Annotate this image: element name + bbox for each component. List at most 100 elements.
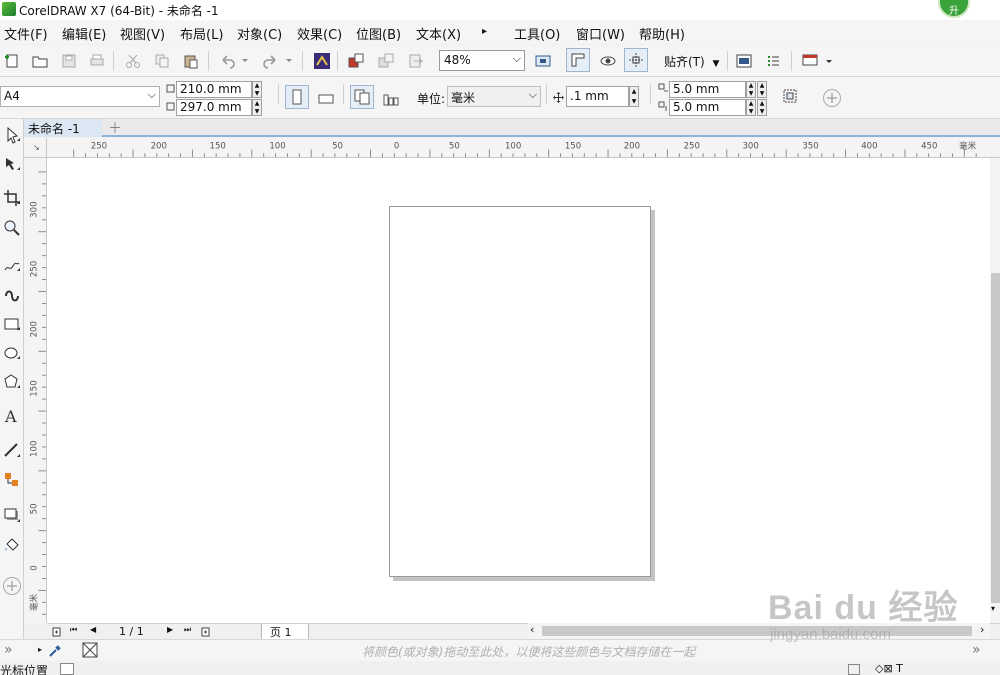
menu-window[interactable]: 窗口(W) xyxy=(576,24,625,43)
new-tab-plus-icon[interactable]: ＋ xyxy=(108,118,122,138)
search-content-icon[interactable] xyxy=(313,52,331,70)
scroll-left-icon[interactable]: ‹ xyxy=(530,623,534,636)
first-page-icon[interactable]: ⏮ xyxy=(70,625,77,635)
print-icon[interactable] xyxy=(89,53,105,69)
copy-icon[interactable] xyxy=(154,53,170,69)
eyedropper-icon[interactable] xyxy=(48,644,62,658)
portrait-orientation-button[interactable] xyxy=(285,85,309,109)
treat-as-filled-icon[interactable] xyxy=(782,88,798,104)
nudge-distance-field[interactable]: .1 mm xyxy=(566,86,629,107)
palette-menu-arrow-icon[interactable]: ▸ xyxy=(38,645,42,654)
open-folder-icon[interactable] xyxy=(32,53,48,69)
page-tab[interactable]: 页 1 xyxy=(261,624,309,640)
expand-palette-icon[interactable]: » xyxy=(4,642,13,658)
dimension-tool-icon[interactable] xyxy=(3,442,21,460)
upgrade-badge[interactable]: 升 xyxy=(938,0,970,18)
add-page-before-icon[interactable] xyxy=(52,627,62,637)
duplicate-x-spinner-alt[interactable]: ▲ ▼ xyxy=(757,81,767,98)
undo-icon[interactable] xyxy=(220,53,236,69)
previous-page-icon[interactable]: ◀ xyxy=(90,625,96,634)
duplicate-y-spinner[interactable]: ▲ ▼ xyxy=(746,99,756,116)
duplicate-distance-x-field[interactable]: 5.0 mm xyxy=(669,81,746,98)
redo-icon[interactable] xyxy=(262,53,278,69)
menu-help[interactable]: 帮助(H) xyxy=(639,24,685,43)
polygon-tool-icon[interactable] xyxy=(3,373,21,391)
full-screen-preview-icon[interactable] xyxy=(535,53,551,69)
fill-tool-icon[interactable] xyxy=(3,536,21,554)
next-page-icon[interactable]: ▶ xyxy=(167,625,173,634)
paste-icon[interactable] xyxy=(183,53,199,69)
shape-tool-icon[interactable] xyxy=(3,155,21,173)
landscape-icon[interactable] xyxy=(318,91,334,107)
show-rulers-toggle[interactable] xyxy=(566,48,590,72)
artistic-media-tool-icon[interactable] xyxy=(3,284,21,302)
page-width-spinner[interactable]: ▲ ▼ xyxy=(252,81,262,98)
menu-object[interactable]: 对象(C) xyxy=(237,24,282,43)
duplicate-x-spinner[interactable]: ▲ ▼ xyxy=(746,81,756,98)
duplicate-y-spinner-alt[interactable]: ▲ ▼ xyxy=(757,99,767,116)
launcher-dropdown-icon[interactable] xyxy=(824,56,834,66)
status-options-button[interactable] xyxy=(60,663,74,675)
menu-effects[interactable]: 效果(C) xyxy=(297,24,342,43)
vertical-scrollbar-thumb[interactable] xyxy=(991,273,1000,603)
duplicate-distance-y-field[interactable]: 5.0 mm xyxy=(669,99,746,116)
menu-view[interactable]: 视图(V) xyxy=(120,24,165,43)
vertical-scrollbar[interactable]: ▾ xyxy=(990,158,1000,623)
vertical-ruler[interactable]: 300 250 200 150 100 50 0 毫米 xyxy=(24,158,47,623)
current-page-icon[interactable] xyxy=(383,92,399,108)
palette-scroll-right-icon[interactable]: » xyxy=(972,642,981,658)
text-tool-icon[interactable]: A xyxy=(3,407,21,425)
document-page[interactable] xyxy=(389,206,651,577)
ruler-origin[interactable]: ↘ xyxy=(24,138,47,158)
show-grid-icon[interactable] xyxy=(600,53,616,69)
connector-tool-icon[interactable] xyxy=(3,471,21,489)
zoom-tool-icon[interactable] xyxy=(3,219,21,237)
welcome-screen-icon[interactable] xyxy=(736,53,752,69)
menu-edit[interactable]: 编辑(E) xyxy=(62,24,106,43)
new-document-icon[interactable] xyxy=(4,53,20,69)
units-select[interactable]: 毫米 ⌵ xyxy=(447,86,541,107)
all-pages-button[interactable] xyxy=(350,85,374,109)
no-color-swatch-icon[interactable] xyxy=(82,642,98,658)
menu-tools[interactable]: 工具(O) xyxy=(514,24,560,43)
add-page-after-icon[interactable] xyxy=(201,627,211,637)
drawing-window[interactable] xyxy=(47,158,990,623)
page-height-field[interactable]: 297.0 mm xyxy=(176,99,252,116)
import-icon[interactable] xyxy=(348,53,364,69)
rectangle-tool-icon[interactable] xyxy=(3,315,21,333)
freehand-tool-icon[interactable] xyxy=(3,256,21,274)
outline-indicator-icon[interactable]: ◇⊠ T xyxy=(875,662,903,675)
menu-text[interactable]: 文本(X) xyxy=(416,24,461,43)
undo-dropdown-icon[interactable] xyxy=(240,55,250,65)
publish-pdf-icon[interactable] xyxy=(408,53,424,69)
save-icon[interactable] xyxy=(61,53,77,69)
options-icon[interactable] xyxy=(765,53,781,69)
menu-more-arrow[interactable]: ▸ xyxy=(482,26,487,37)
document-tab[interactable]: 未命名 -1 xyxy=(24,119,102,137)
zoom-level-select[interactable]: 48% ⌵ xyxy=(439,50,525,71)
crop-tool-icon[interactable] xyxy=(3,189,21,207)
fill-indicator-icon[interactable] xyxy=(848,664,860,675)
scroll-down-icon[interactable]: ▾ xyxy=(991,604,995,613)
last-page-icon[interactable]: ⏭ xyxy=(184,625,191,635)
nudge-distance-spinner[interactable]: ▲ ▼ xyxy=(629,86,639,107)
page-width-field[interactable]: 210.0 mm xyxy=(176,81,252,98)
menu-layout[interactable]: 布局(L) xyxy=(180,24,223,43)
page-height-spinner[interactable]: ▲ ▼ xyxy=(252,99,262,116)
application-launcher-icon[interactable] xyxy=(802,53,818,69)
menu-file[interactable]: 文件(F) xyxy=(4,24,48,43)
pick-tool-icon[interactable] xyxy=(3,126,21,144)
menu-bitmaps[interactable]: 位图(B) xyxy=(356,24,401,43)
redo-dropdown-icon[interactable] xyxy=(284,55,294,65)
show-guidelines-toggle[interactable] xyxy=(624,48,648,72)
scroll-right-icon[interactable]: › xyxy=(980,623,984,636)
ellipse-tool-icon[interactable] xyxy=(3,344,21,362)
add-tool-icon[interactable] xyxy=(2,576,22,596)
export-icon[interactable] xyxy=(378,53,394,69)
cut-icon[interactable] xyxy=(125,53,141,69)
paper-size-select[interactable]: A4 ⌵ xyxy=(0,86,160,107)
horizontal-ruler[interactable]: 250 200 150 100 50 0 50 100 150 200 250 … xyxy=(47,138,1000,158)
snap-to-dropdown[interactable]: 贴齐(T) ▼ xyxy=(664,53,719,70)
add-icon[interactable] xyxy=(822,88,842,108)
drop-shadow-tool-icon[interactable] xyxy=(3,507,21,525)
